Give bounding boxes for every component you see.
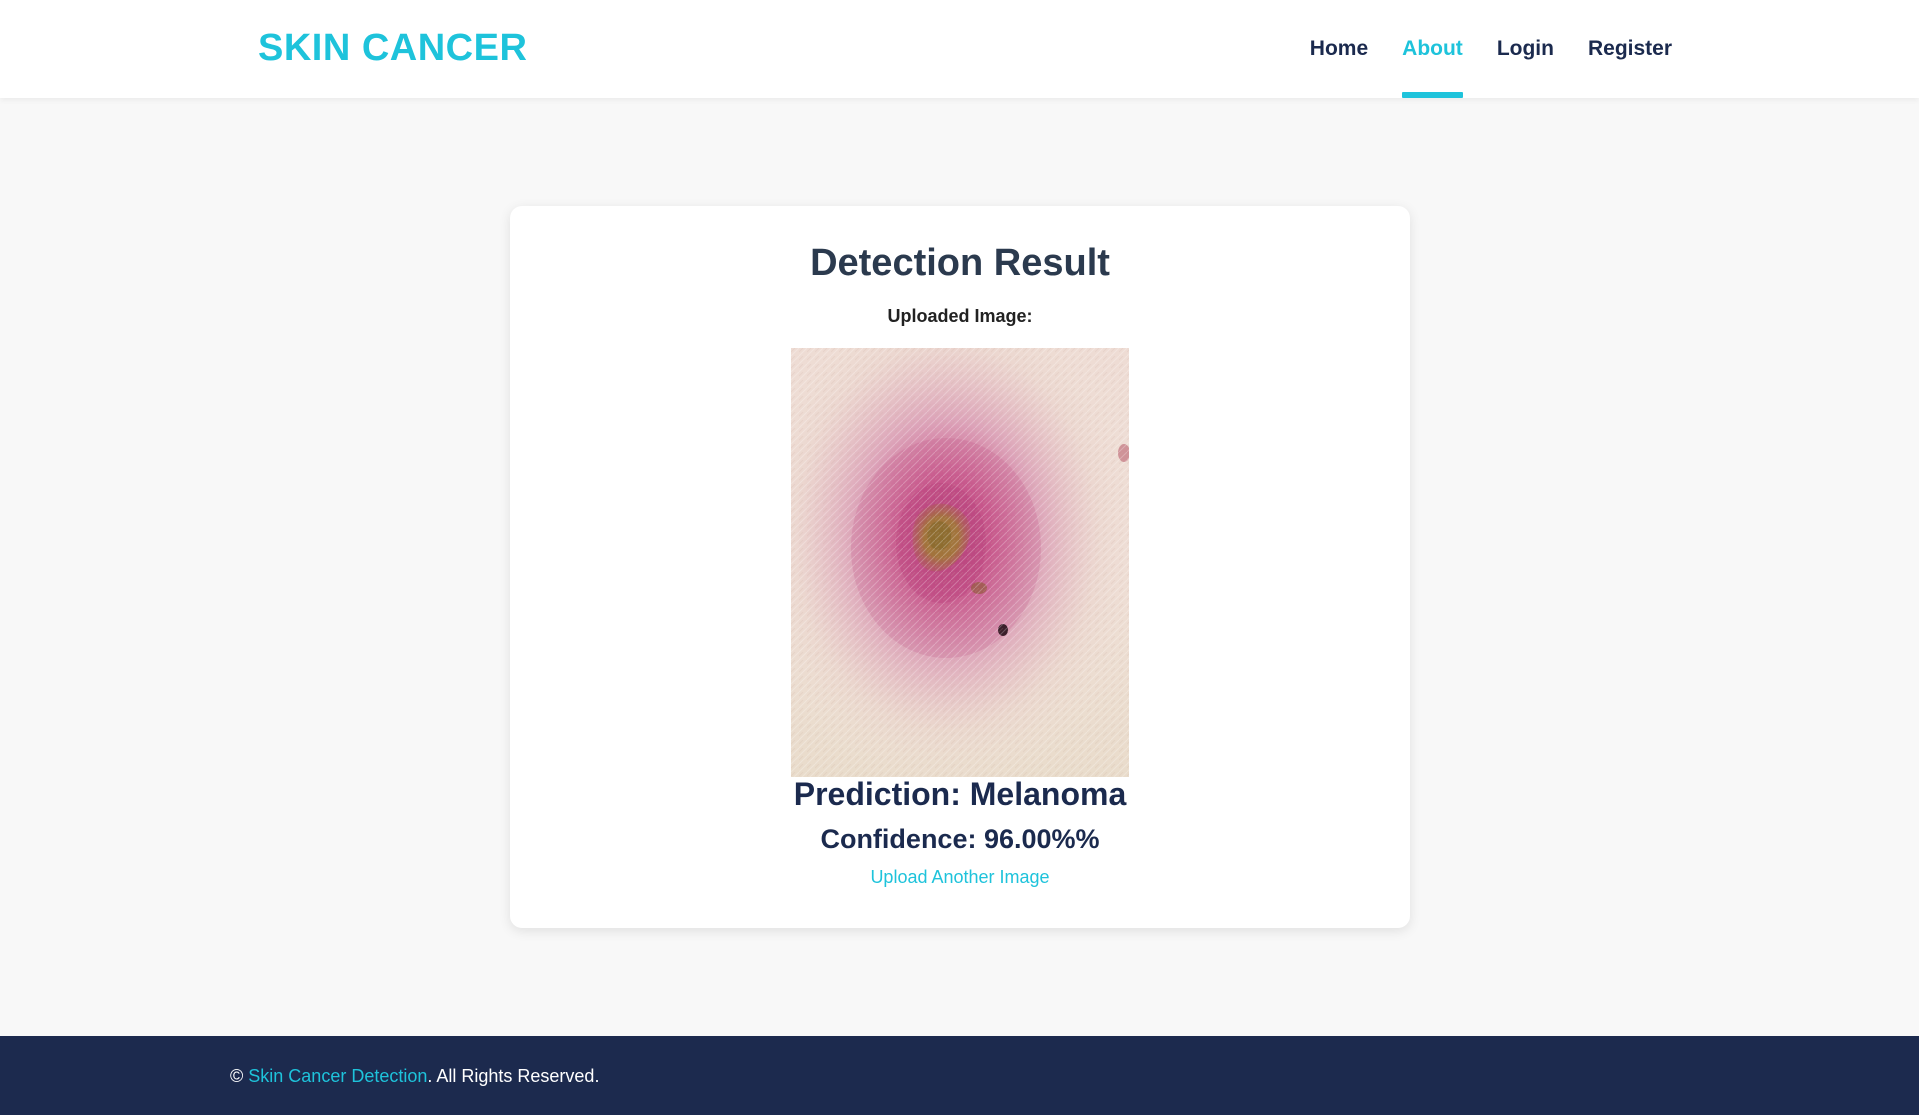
confidence-text: Confidence: 96.00%% [820, 824, 1100, 854]
nav-login-link[interactable]: Login [1497, 0, 1554, 98]
brand-logo[interactable]: SKIN CANCER [258, 27, 527, 70]
uploaded-lesion-image [791, 348, 1129, 777]
top-navbar: SKIN CANCER Home About Login Register [0, 0, 1919, 98]
detection-result-card: Detection Result Uploaded Image: Predict… [510, 206, 1410, 928]
upload-another-image-link[interactable]: Upload Another Image [510, 867, 1410, 888]
prediction-text: Prediction: Melanoma [793, 776, 1127, 812]
page: SKIN CANCER Home About Login Register De… [0, 0, 1919, 1115]
footer-copyright: © Skin Cancer Detection. All Rights Rese… [230, 1066, 599, 1087]
nav-about-link[interactable]: About [1402, 0, 1463, 98]
result-title: Detection Result [810, 242, 1110, 284]
footer-brand-link[interactable]: Skin Cancer Detection [248, 1066, 427, 1086]
copyright-symbol: © [230, 1066, 244, 1086]
main-nav: Home About Login Register [1276, 0, 1672, 98]
uploaded-image-label: Uploaded Image: [887, 306, 1033, 326]
lesion-photo [791, 348, 1129, 777]
footer-rights-text: . All Rights Reserved. [427, 1066, 600, 1086]
footer: © Skin Cancer Detection. All Rights Rese… [0, 1036, 1919, 1115]
nav-register-link[interactable]: Register [1588, 0, 1672, 98]
nav-home-link[interactable]: Home [1310, 0, 1368, 98]
